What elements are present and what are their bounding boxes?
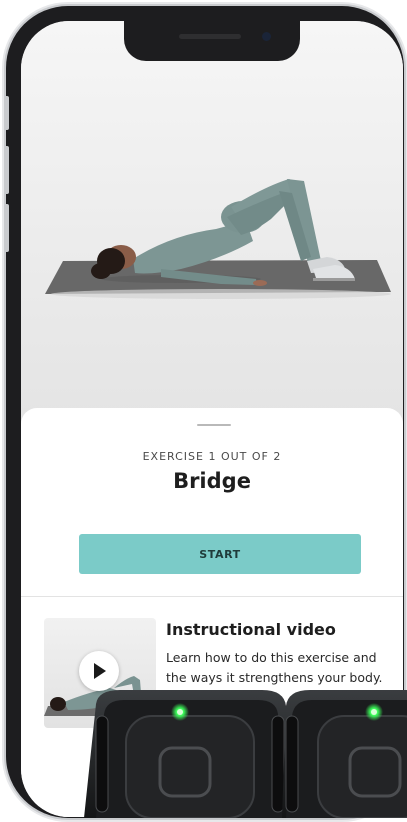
play-icon [94,663,106,679]
phone-side-button [4,146,9,194]
exercise-hero-image [21,21,403,421]
sheet-drag-handle[interactable] [197,424,231,426]
play-button[interactable] [79,651,119,691]
bridge-pose-illustration [45,179,391,299]
section-divider [21,596,403,597]
video-title: Instructional video [166,620,336,639]
start-button[interactable]: START [79,534,361,574]
phone-notch [124,21,300,61]
video-description: Learn how to do this exercise and the wa… [166,650,383,685]
front-camera [262,32,271,41]
video-thumbnail[interactable] [44,618,156,728]
phone-side-button [4,204,9,252]
phone-frame: EXERCISE 1 OUT OF 2 Bridge START Instruc… [4,6,404,818]
exercise-counter: EXERCISE 1 OUT OF 2 [142,450,282,463]
exercise-bottom-sheet: EXERCISE 1 OUT OF 2 Bridge START Instruc… [21,408,403,817]
phone-side-button [4,96,9,130]
earpiece-speaker [179,34,241,39]
exercise-title: Bridge [173,469,251,493]
phone-screen: EXERCISE 1 OUT OF 2 Bridge START Instruc… [21,21,403,817]
